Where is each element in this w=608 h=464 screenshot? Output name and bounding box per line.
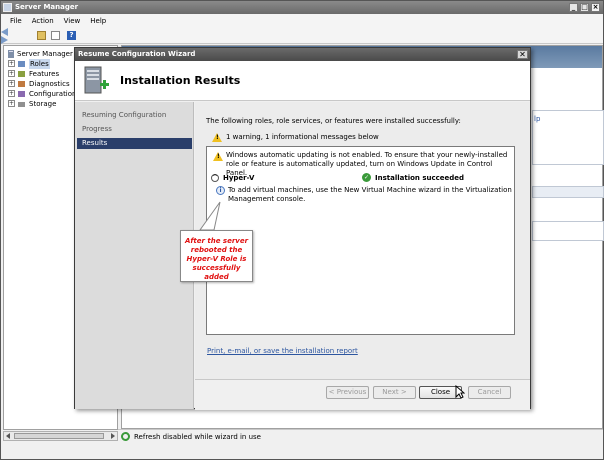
wizard-navigation: Resuming Configuration Progress Results: [75, 102, 194, 409]
title-bar: Server Manager _ □ ×: [1, 1, 603, 14]
tree-horizontal-scrollbar[interactable]: [3, 431, 118, 441]
toolbar: ?: [1, 28, 603, 44]
expand-icon[interactable]: +: [8, 100, 15, 107]
window-title: Server Manager: [15, 3, 79, 11]
maximize-button[interactable]: □: [580, 3, 589, 12]
scroll-right-icon[interactable]: [111, 433, 115, 439]
intro-text: The following roles, role services, or f…: [206, 117, 461, 125]
expand-icon[interactable]: +: [8, 60, 15, 67]
cancel-button[interactable]: Cancel: [468, 386, 511, 399]
warning-icon: [213, 152, 223, 161]
menu-view[interactable]: View: [59, 14, 86, 28]
content-section-header: [532, 186, 604, 198]
status-bar: Refresh disabled while wizard in use: [118, 429, 603, 443]
tree-item-label: Configuration: [29, 90, 77, 98]
collapse-icon[interactable]: ^: [211, 174, 219, 182]
wizard-heading: Installation Results: [120, 74, 241, 87]
menu-file[interactable]: File: [5, 14, 27, 28]
installation-status: Installation succeeded: [375, 174, 465, 182]
minimize-button[interactable]: _: [569, 3, 578, 12]
wizard-header: Installation Results: [75, 61, 530, 101]
configuration-icon: [18, 91, 25, 97]
folder-up-icon[interactable]: [37, 31, 46, 40]
warning-icon: [212, 133, 222, 142]
server-install-icon: [84, 66, 109, 94]
refresh-icon: [121, 432, 130, 441]
wizard-title-bar: Resume Configuration Wizard ✕: [75, 48, 530, 61]
back-arrow-icon[interactable]: [1, 28, 8, 36]
installation-report-link[interactable]: Print, e-mail, or save the installation …: [207, 347, 358, 355]
help-link-fragment[interactable]: lp: [534, 115, 540, 123]
server-manager-icon: [3, 3, 12, 12]
expand-icon[interactable]: +: [8, 70, 15, 77]
tree-item-label: Roles: [29, 59, 50, 69]
mouse-cursor-icon: [455, 385, 465, 399]
warning-summary: 1 warning, 1 informational messages belo…: [226, 133, 379, 141]
expand-icon[interactable]: +: [8, 90, 15, 97]
roles-icon: [18, 61, 25, 67]
tree-item-label: Diagnostics: [29, 80, 70, 88]
nav-item-results[interactable]: Results: [77, 138, 192, 149]
tree-item-label: Storage: [29, 100, 57, 108]
info-icon: i: [216, 186, 225, 195]
menu-bar: File Action View Help: [1, 14, 603, 28]
menu-help[interactable]: Help: [85, 14, 111, 28]
nav-item-progress[interactable]: Progress: [77, 124, 192, 135]
annotation-callout: After the server rebooted the Hyper-V Ro…: [180, 230, 253, 282]
status-text: Refresh disabled while wizard in use: [134, 433, 261, 441]
scroll-thumb[interactable]: [14, 433, 104, 439]
expand-icon[interactable]: +: [8, 80, 15, 87]
show-hide-tree-icon[interactable]: [51, 31, 60, 40]
help-icon[interactable]: ?: [67, 31, 76, 40]
wizard-footer: < Previous Next > Close Cancel: [195, 379, 530, 410]
content-section-box: [532, 221, 604, 241]
callout-pointer: [199, 201, 221, 231]
server-icon: [8, 50, 14, 58]
info-message: To add virtual machines, use the New Vir…: [228, 186, 512, 203]
features-icon: [18, 71, 25, 77]
next-button[interactable]: Next >: [373, 386, 416, 399]
forward-arrow-icon[interactable]: [1, 36, 8, 44]
scroll-left-icon[interactable]: [6, 433, 10, 439]
wizard-close-button[interactable]: ✕: [517, 50, 528, 59]
content-section-box: [532, 110, 604, 165]
storage-icon: [18, 102, 25, 107]
previous-button[interactable]: < Previous: [326, 386, 369, 399]
diagnostics-icon: [18, 81, 25, 87]
nav-item-resuming-configuration[interactable]: Resuming Configuration: [77, 110, 192, 121]
close-icon: ✕: [519, 50, 526, 59]
role-name: Hyper-V: [223, 174, 255, 182]
menu-action[interactable]: Action: [27, 14, 59, 28]
wizard-title: Resume Configuration Wizard: [78, 50, 196, 58]
success-check-icon: ✓: [362, 173, 371, 182]
tree-item-label: Features: [29, 70, 60, 78]
close-button[interactable]: ×: [591, 3, 600, 12]
